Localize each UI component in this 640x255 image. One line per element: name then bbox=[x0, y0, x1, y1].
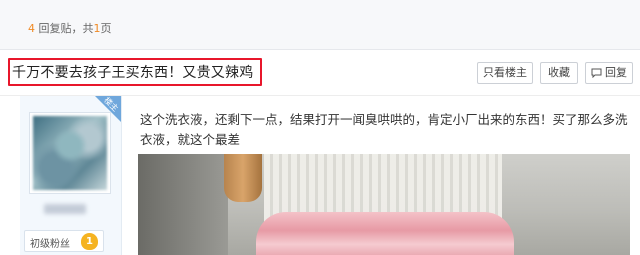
post-body: 这个洗衣液，还剩下一点，结果打开一闻臭哄哄的，肯定小厂出来的东西！买了那么多洗衣… bbox=[140, 112, 628, 147]
rank-badge[interactable]: 初级粉丝 1 bbox=[24, 230, 104, 252]
reply-icon bbox=[591, 68, 602, 79]
post-title: 千万不要去孩子王买东西！又贵又辣鸡 bbox=[12, 65, 254, 81]
rank-level-icon: 1 bbox=[81, 233, 98, 250]
page-count-label: 页 bbox=[100, 22, 112, 35]
avatar[interactable] bbox=[33, 116, 107, 190]
reply-count-text: 4 回复贴，共1页 bbox=[28, 20, 112, 36]
reply-count-label: 回复贴，共 bbox=[35, 22, 94, 35]
post-image[interactable] bbox=[138, 154, 630, 255]
reply-button[interactable]: 回复 bbox=[585, 62, 633, 84]
reply-count-number: 4 bbox=[28, 22, 35, 35]
reply-summary-bar: 4 回复贴，共1页 bbox=[0, 0, 640, 50]
username-redacted[interactable] bbox=[44, 204, 86, 214]
photo-bottle-cap bbox=[256, 212, 514, 255]
author-sidebar: 楼主 初级粉丝 1 bbox=[20, 96, 122, 255]
avatar-frame[interactable] bbox=[29, 112, 111, 194]
reply-button-label: 回复 bbox=[605, 66, 627, 79]
photo-wood-object bbox=[224, 154, 262, 202]
photo-shadow bbox=[138, 154, 228, 255]
collect-button[interactable]: 收藏 bbox=[540, 62, 578, 84]
only-author-button[interactable]: 只看楼主 bbox=[477, 62, 533, 84]
rank-label: 初级粉丝 bbox=[30, 239, 70, 250]
post-title-row: 千万不要去孩子王买东西！又贵又辣鸡 只看楼主 收藏 回复 bbox=[0, 50, 640, 96]
page-count-number: 1 bbox=[93, 22, 101, 35]
